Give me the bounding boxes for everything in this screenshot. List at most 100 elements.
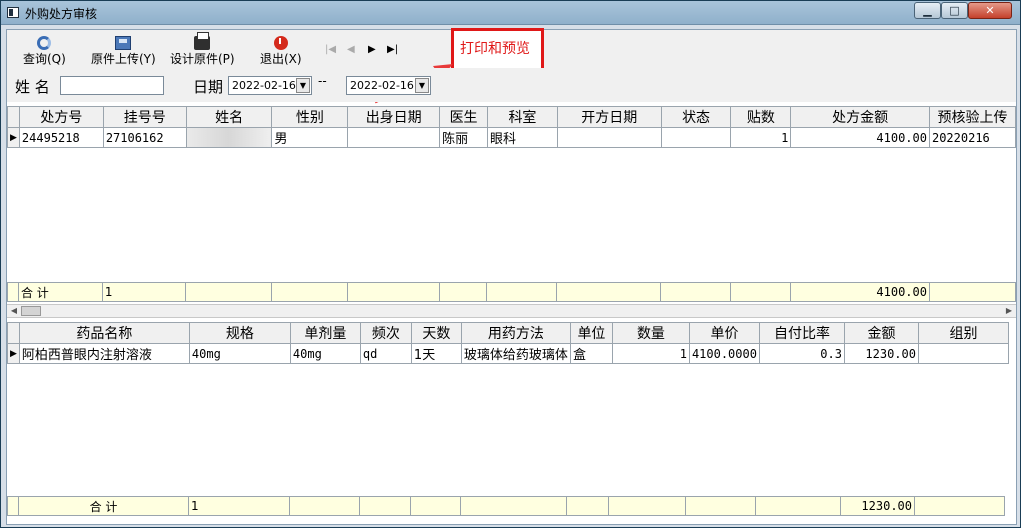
window-icon: [7, 7, 19, 18]
drug-grid: 药品名称 规格 单剂量 频次 天数 用药方法 单位 数量 单价 自付比率 金额 …: [7, 322, 1016, 524]
col-header[interactable]: 金额: [843, 322, 919, 344]
col-header[interactable]: 科室: [487, 106, 558, 128]
maximize-button[interactable]: □: [941, 2, 968, 19]
design-original-button[interactable]: 设计原件(P): [170, 32, 235, 66]
name-input[interactable]: [60, 76, 164, 95]
cell-amount[interactable]: 1230.00: [843, 343, 919, 364]
chevron-down-icon[interactable]: ▼: [415, 78, 429, 93]
cell-usage[interactable]: 玻璃体给药玻璃体: [460, 343, 571, 364]
col-header[interactable]: 数量: [611, 322, 690, 344]
col-header[interactable]: 性别: [271, 106, 349, 128]
title-bar: 外购处方审核 ▁ □ ✕: [1, 1, 1020, 25]
cell-unit-price[interactable]: 4100.0000: [688, 343, 760, 364]
prev-record-icon[interactable]: ◀: [347, 44, 355, 55]
col-header[interactable]: 药品名称: [18, 322, 190, 344]
col-header[interactable]: 预核验上传: [928, 106, 1016, 128]
date-from-value: 2022-02-16: [232, 79, 296, 92]
cell-drug-name[interactable]: 阿柏西普眼内注射溶液: [18, 343, 190, 364]
date-to-value: 2022-02-16: [350, 79, 414, 92]
toolbar: 查询(Q) 原件上传(Y) 设计原件(P) 退出(X) |◀ ◀ ▶ ▶| 打印…: [7, 28, 1016, 72]
power-icon: [273, 36, 288, 50]
chevron-down-icon[interactable]: ▼: [296, 78, 310, 93]
col-header[interactable]: 状态: [660, 106, 732, 128]
date-separator: --: [318, 74, 327, 88]
summary-count: 1: [101, 282, 186, 302]
cell-department[interactable]: 眼科: [487, 127, 558, 148]
col-header[interactable]: 开方日期: [556, 106, 662, 128]
cell-doctor[interactable]: 陈丽: [439, 127, 489, 148]
col-header[interactable]: 医生: [439, 106, 489, 128]
cell-selfpay-ratio[interactable]: 0.3: [758, 343, 845, 364]
row-pointer-icon: ▶: [7, 127, 20, 148]
col-header[interactable]: 挂号号: [102, 106, 187, 128]
row-selector-header: [7, 106, 20, 128]
upload-label: 原件上传(Y): [91, 52, 156, 66]
cell-gender[interactable]: 男: [271, 127, 349, 148]
name-label: 姓 名: [15, 78, 50, 96]
query-label: 查询(Q): [23, 52, 66, 66]
col-header[interactable]: 频次: [359, 322, 412, 344]
summary-label: 合 计: [18, 496, 189, 516]
main-window: 外购处方审核 ▁ □ ✕ 查询(Q) 原件上传(Y) 设计原件(P) 退出(X): [0, 0, 1021, 528]
next-record-icon[interactable]: ▶: [368, 44, 376, 55]
scroll-thumb[interactable]: [21, 306, 41, 316]
col-header[interactable]: 单剂量: [289, 322, 361, 344]
close-button[interactable]: ✕: [968, 2, 1012, 19]
summary-amount: 1230.00: [840, 496, 915, 516]
last-record-icon[interactable]: ▶|: [387, 44, 398, 55]
summary-label: 合 计: [17, 282, 103, 302]
cell-days[interactable]: 1天: [410, 343, 462, 364]
cell-group[interactable]: [917, 343, 1009, 364]
printer-icon: [194, 32, 211, 50]
row-selector-header: [7, 322, 20, 344]
cell-unit[interactable]: 盒: [569, 343, 613, 364]
exit-button[interactable]: 退出(X): [260, 36, 302, 66]
col-header[interactable]: 单价: [688, 322, 760, 344]
prescription-header-row: 处方号 挂号号 姓名 性别 出身日期 医生 科室 开方日期 状态 贴数 处方金额…: [7, 106, 1016, 128]
scroll-right-icon[interactable]: ▶: [1002, 305, 1016, 317]
col-header[interactable]: 姓名: [185, 106, 273, 128]
window-title: 外购处方审核: [25, 7, 98, 21]
cell-frequency[interactable]: qd: [359, 343, 412, 364]
cell-rx-no[interactable]: 24495218: [18, 127, 104, 148]
summary-row: 合 计 1 1230.00: [7, 496, 1005, 516]
first-record-icon[interactable]: |◀: [325, 44, 336, 55]
upload-original-button[interactable]: 原件上传(Y): [91, 36, 156, 66]
col-header[interactable]: 用药方法: [460, 322, 571, 344]
scroll-left-icon[interactable]: ◀: [7, 305, 21, 317]
prescription-summary: 合 计 1 4100.00: [7, 282, 1016, 302]
cell-unit-dose[interactable]: 40mg: [289, 343, 361, 364]
cell-precheck-upload[interactable]: 20220216: [928, 127, 1016, 148]
horizontal-scrollbar[interactable]: ◀ ▶: [7, 304, 1016, 318]
cell-spec[interactable]: 40mg: [188, 343, 291, 364]
cell-reg-no[interactable]: 27106162: [102, 127, 187, 148]
col-header[interactable]: 单位: [569, 322, 613, 344]
cell-status[interactable]: [660, 127, 732, 148]
col-header[interactable]: 天数: [410, 322, 462, 344]
date-from-picker[interactable]: 2022-02-16 ▼: [228, 76, 312, 95]
summary-amount: 4100.00: [790, 282, 930, 302]
col-header[interactable]: 自付比率: [758, 322, 845, 344]
date-label: 日期: [193, 78, 224, 96]
col-header[interactable]: 组别: [917, 322, 1009, 344]
row-pointer-icon: ▶: [7, 343, 20, 364]
design-label: 设计原件(P): [170, 52, 235, 66]
cell-quantity[interactable]: 1: [611, 343, 690, 364]
cell-patient-name[interactable]: [185, 127, 273, 148]
date-to-picker[interactable]: 2022-02-16 ▼: [346, 76, 431, 95]
query-button[interactable]: 查询(Q): [23, 36, 66, 66]
table-row[interactable]: ▶ 24495218 27106162 男 陈丽 眼科 1 4100.00 20…: [7, 127, 1016, 148]
table-row[interactable]: ▶ 阿柏西普眼内注射溶液 40mg 40mg qd 1天 玻璃体给药玻璃体 盒 …: [7, 343, 1009, 364]
minimize-button[interactable]: ▁: [914, 2, 941, 19]
drug-table: 药品名称 规格 单剂量 频次 天数 用药方法 单位 数量 单价 自付比率 金额 …: [7, 322, 1009, 364]
cell-rx-date[interactable]: [556, 127, 662, 148]
col-header[interactable]: 贴数: [730, 106, 792, 128]
col-header[interactable]: 处方号: [18, 106, 104, 128]
col-header[interactable]: 出身日期: [347, 106, 441, 128]
cell-birth-date[interactable]: [347, 127, 441, 148]
col-header[interactable]: 规格: [188, 322, 291, 344]
cell-rx-amount[interactable]: 4100.00: [790, 127, 930, 148]
cell-doses[interactable]: 1: [730, 127, 792, 148]
col-header[interactable]: 处方金额: [790, 106, 930, 128]
summary-count: 1: [188, 496, 290, 516]
